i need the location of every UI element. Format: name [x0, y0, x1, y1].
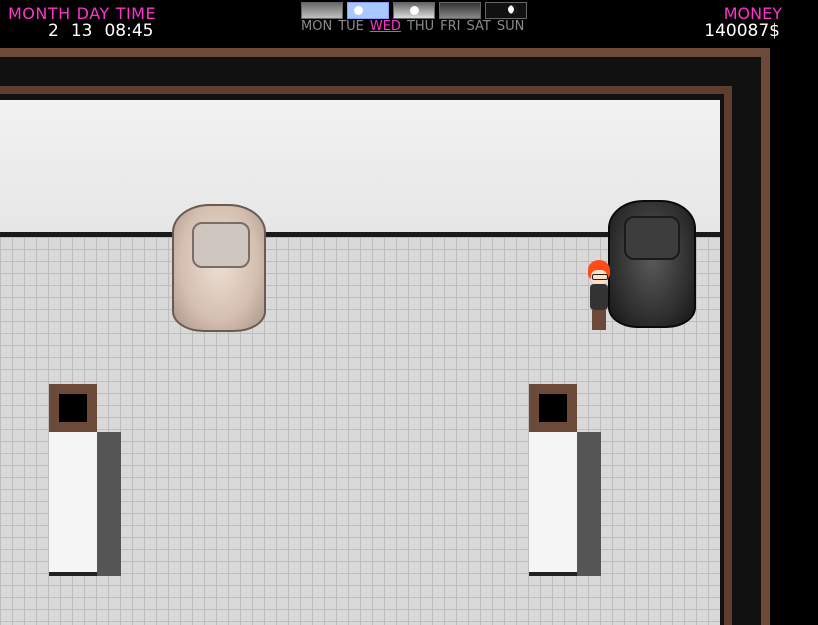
month-value: 2: [48, 21, 59, 41]
weekday-wed: WED: [369, 19, 401, 34]
money-value: 140087$: [704, 21, 780, 41]
weekday-strip: MON TUE WED THU FRI SAT SUN: [301, 19, 524, 34]
column-right: [529, 432, 577, 576]
game-map[interactable]: [0, 46, 818, 625]
column-right-shadow: [577, 432, 601, 576]
time-of-day-strip: [301, 2, 527, 19]
night-icon: [485, 2, 527, 19]
weekday-tue: TUE: [338, 19, 364, 34]
time-value: 08:45: [104, 21, 154, 41]
evening-icon: [439, 2, 481, 19]
afternoon-icon: [393, 2, 435, 19]
weekday-sun: SUN: [496, 19, 525, 34]
dawn-icon: [301, 2, 343, 19]
weekday-sat: SAT: [466, 19, 491, 34]
weekday-fri: FRI: [440, 19, 461, 34]
day-value: 13: [70, 21, 93, 41]
weekday-mon: MON: [301, 19, 333, 34]
column-left: [49, 432, 97, 576]
column-left-shadow: [97, 432, 121, 576]
morning-icon: [347, 2, 389, 19]
weekday-thu: THU: [406, 19, 435, 34]
hud-values: 2 13 08:45: [48, 21, 153, 41]
hud-bar: MONTH DAY TIME 2 13 08:45 MON TUE WED THU FR…: [0, 0, 818, 46]
black-car[interactable]: [608, 200, 696, 328]
back-wall: [0, 100, 720, 232]
player-character[interactable]: [586, 260, 614, 332]
pillar-right: [529, 384, 577, 432]
pillar-left: [49, 384, 97, 432]
silver-car[interactable]: [172, 204, 266, 332]
